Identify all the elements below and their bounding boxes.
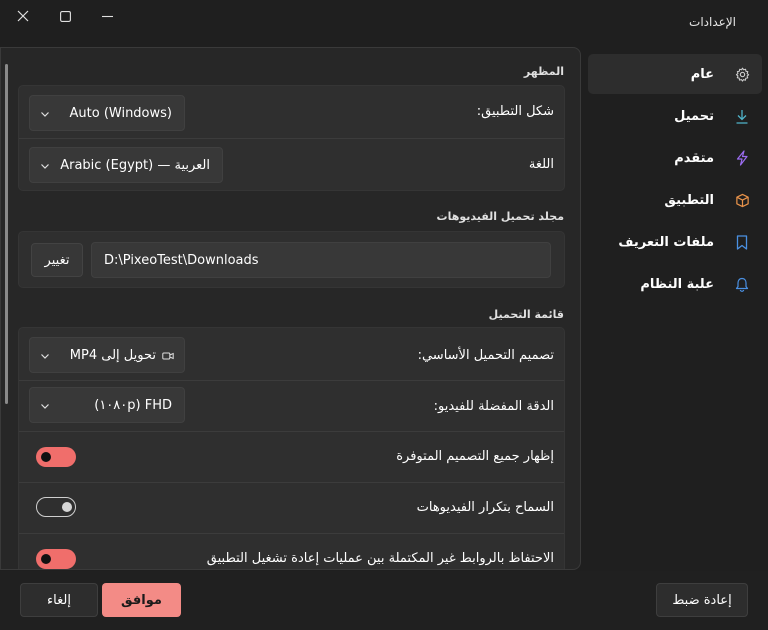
keep-links-toggle[interactable] <box>36 549 76 569</box>
bookmark-icon <box>734 234 750 250</box>
toggle-label: إظهار جميع التصميم المتوفرة <box>396 449 554 464</box>
keep-links-row: الاحتفاظ بالروابط غير المكتملة بين عمليا… <box>19 534 564 569</box>
sidebar-item-label: ملفات التعريف <box>618 234 714 250</box>
change-folder-button[interactable]: تغيير <box>31 243 83 277</box>
settings-panel: المظهر شكل التطبيق: Auto (Windows) اللغة… <box>0 47 581 570</box>
language-label: اللغة <box>528 157 554 172</box>
resolution-label: الدقة المفضلة للفيديو: <box>433 399 554 414</box>
resolution-value: FHD (١٠٨٠p) <box>94 398 172 413</box>
show-all-presets-row: إظهار جميع التصميم المتوفرة <box>19 432 564 482</box>
show-all-presets-toggle[interactable] <box>36 447 76 467</box>
appearance-card: شكل التطبيق: Auto (Windows) اللغة العربي… <box>18 85 565 191</box>
download-folder-card: D:\PixeoTest\Downloads تغيير <box>18 231 565 288</box>
resolution-row: الدقة المفضلة للفيديو: FHD (١٠٨٠p) <box>19 381 564 431</box>
minimize-button[interactable] <box>84 0 130 32</box>
package-icon <box>734 192 750 208</box>
resolution-dropdown[interactable]: FHD (١٠٨٠p) <box>29 387 185 423</box>
maximize-button[interactable] <box>42 0 88 32</box>
window-title: الإعدادات <box>689 15 736 29</box>
minimize-icon <box>101 15 113 17</box>
chevron-down-icon <box>41 164 49 169</box>
reset-button[interactable]: إعادة ضبط <box>656 583 748 617</box>
theme-dropdown[interactable]: Auto (Windows) <box>29 95 185 131</box>
sidebar-item-label: التطبيق <box>664 192 714 208</box>
chevron-down-icon <box>41 404 49 409</box>
download-path-value: D:\PixeoTest\Downloads <box>104 253 259 268</box>
ok-button[interactable]: موافق <box>102 583 181 617</box>
sidebar-item-profiles[interactable]: ملفات التعريف <box>588 222 762 262</box>
sidebar-item-app[interactable]: التطبيق <box>588 180 762 220</box>
dialog-footer: إلغاء موافق إعادة ضبط <box>0 571 768 630</box>
sidebar-item-label: علبة النظام <box>640 276 714 292</box>
theme-label: شكل التطبيق: <box>476 104 554 119</box>
preset-dropdown[interactable]: تحويل إلى MP4 <box>29 337 185 373</box>
sidebar-item-download[interactable]: تحميل <box>588 96 762 136</box>
toggle-knob <box>41 452 51 462</box>
gear-icon <box>734 66 750 82</box>
close-icon <box>17 10 29 22</box>
preset-label: تصميم التحميل الأساسي: <box>417 348 554 363</box>
bell-icon <box>734 276 750 292</box>
toggle-knob <box>62 502 72 512</box>
chevron-down-icon <box>41 354 49 359</box>
vertical-scrollbar[interactable] <box>5 64 8 404</box>
theme-row: شكل التطبيق: Auto (Windows) <box>19 86 564 138</box>
sidebar-item-advanced[interactable]: متقدم <box>588 138 762 178</box>
download-path-field[interactable]: D:\PixeoTest\Downloads <box>91 242 551 278</box>
language-value: العربية — Arabic (Egypt) <box>60 158 210 173</box>
toggle-label: السماح بتكرار الفيديوهات <box>416 500 554 515</box>
download-folder-section-title: مجلد تحميل الفيديوهات <box>436 210 564 223</box>
title-bar: الإعدادات <box>0 0 768 46</box>
lightning-icon <box>734 150 750 166</box>
toggle-knob <box>41 554 51 564</box>
appearance-section-title: المظهر <box>523 65 564 78</box>
sidebar-item-general[interactable]: عام <box>588 54 762 94</box>
sidebar-item-label: عام <box>690 66 714 82</box>
sidebar-item-label: تحميل <box>674 108 714 124</box>
allow-duplicates-row: السماح بتكرار الفيديوهات <box>19 483 564 533</box>
language-dropdown[interactable]: العربية — Arabic (Egypt) <box>29 147 223 183</box>
cancel-button[interactable]: إلغاء <box>20 583 98 617</box>
preset-row: تصميم التحميل الأساسي: تحويل إلى MP4 <box>19 328 564 380</box>
toggle-label: الاحتفاظ بالروابط غير المكتملة بين عمليا… <box>206 551 554 566</box>
download-list-card: تصميم التحميل الأساسي: تحويل إلى MP4 الد… <box>18 327 565 569</box>
theme-value: Auto (Windows) <box>69 106 173 121</box>
close-button[interactable] <box>0 0 46 32</box>
download-icon <box>734 108 750 124</box>
language-row: اللغة العربية — Arabic (Egypt) <box>19 139 564 191</box>
allow-duplicates-toggle[interactable] <box>36 497 76 517</box>
chevron-down-icon <box>41 112 49 117</box>
settings-sidebar: عام تحميل متقدم التطبيق ملفات التعريف عل… <box>588 54 762 306</box>
download-list-section-title: قائمة التحميل <box>488 308 564 321</box>
sidebar-item-label: متقدم <box>674 150 714 166</box>
preset-value: تحويل إلى MP4 <box>69 348 156 363</box>
sidebar-item-tray[interactable]: علبة النظام <box>588 264 762 304</box>
maximize-icon <box>59 10 71 22</box>
video-camera-icon <box>162 352 174 360</box>
